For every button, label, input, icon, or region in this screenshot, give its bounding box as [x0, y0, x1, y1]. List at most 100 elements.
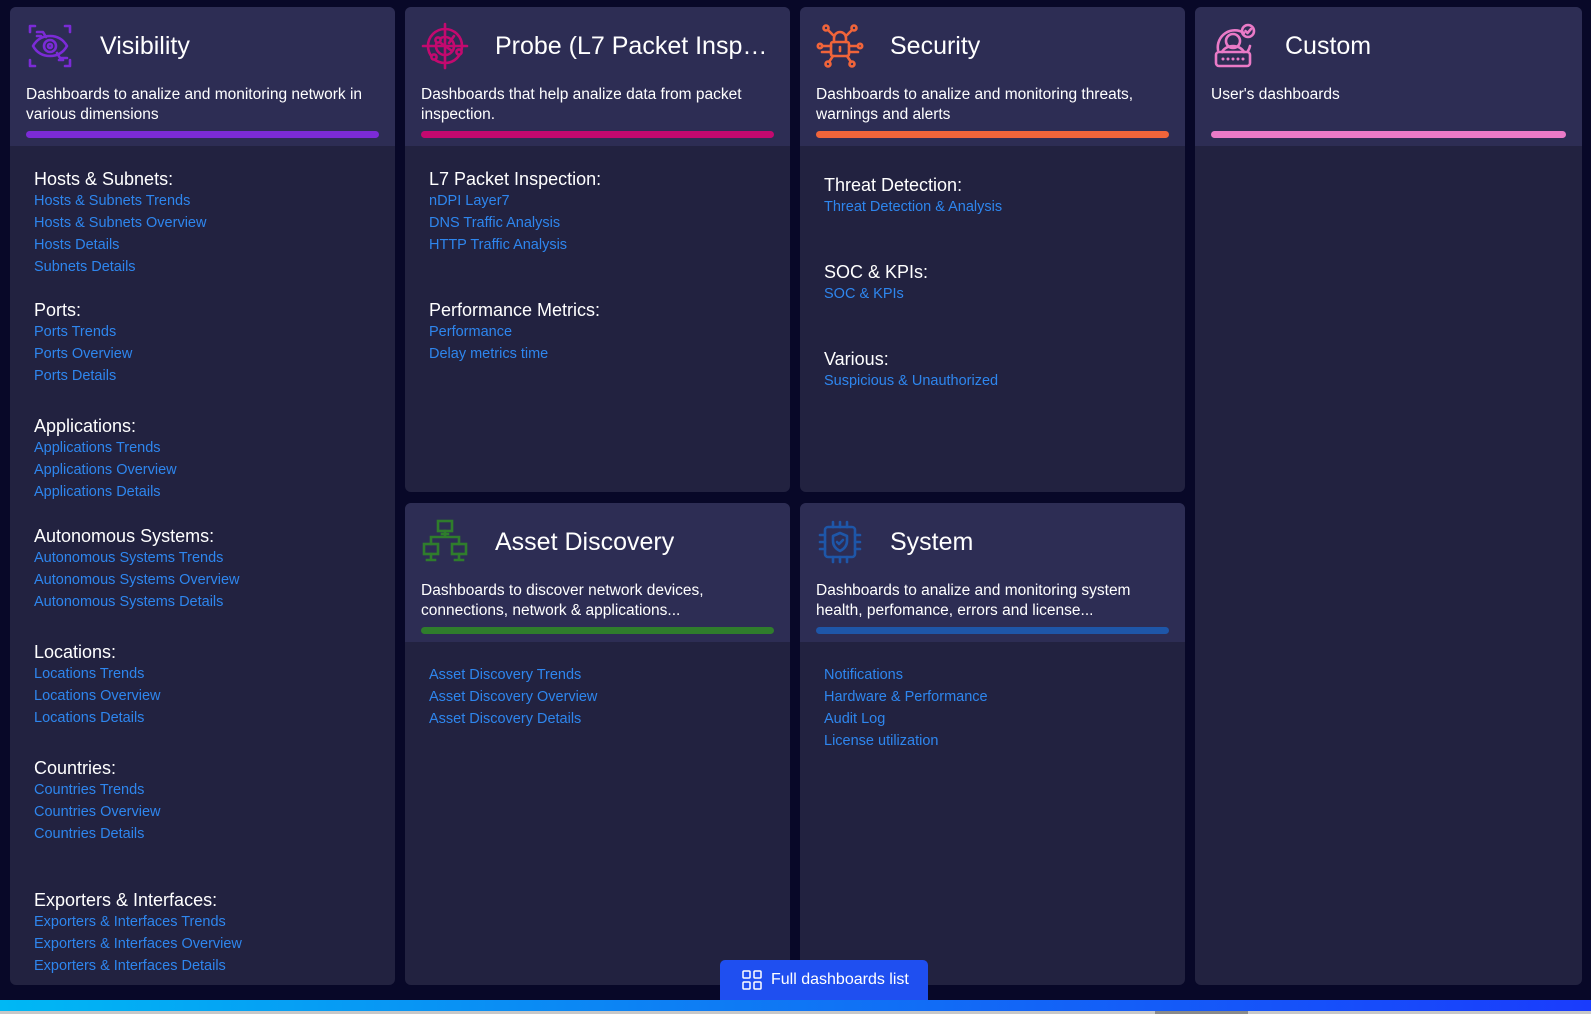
card-header: Security Dashboards to analize and monit… — [800, 7, 1185, 146]
radar-target-icon — [421, 22, 469, 70]
group-autonomous-systems: Autonomous Systems: Autonomous Systems T… — [34, 525, 371, 613]
link-countries-details[interactable]: Countries Details — [34, 823, 371, 845]
accent-bar — [421, 131, 774, 138]
card-description: Dashboards that help analize data from p… — [421, 86, 742, 123]
card-title: System — [890, 527, 974, 556]
group-title: Threat Detection: — [824, 175, 963, 195]
card-header: Custom User's dashboards — [1195, 7, 1582, 146]
card-title: Probe (L7 Packet Inspection) — [495, 31, 774, 60]
group-title: Autonomous Systems: — [34, 526, 215, 546]
link-hardware-performance[interactable]: Hardware & Performance — [824, 686, 1161, 708]
custom-dashboards-list — [1195, 146, 1582, 176]
card-title: Visibility — [100, 31, 190, 60]
link-countries-trends[interactable]: Countries Trends — [34, 779, 371, 801]
link-applications-overview[interactable]: Applications Overview — [34, 459, 371, 481]
link-notifications[interactable]: Notifications — [824, 664, 1161, 686]
card-header: Asset Discovery Dashboards to discover n… — [405, 503, 790, 642]
link-exporters-overview[interactable]: Exporters & Interfaces Overview — [34, 933, 371, 955]
link-suspicious-unauthorized[interactable]: Suspicious & Unauthorized — [824, 370, 1161, 392]
group-title: Applications: — [34, 416, 137, 436]
link-ports-overview[interactable]: Ports Overview — [34, 343, 371, 365]
link-as-details[interactable]: Autonomous Systems Details — [34, 591, 371, 613]
group-title: L7 Packet Inspection: — [429, 169, 602, 189]
group-countries: Countries: Countries Trends Countries Ov… — [34, 757, 371, 845]
group-title: Various: — [824, 349, 889, 369]
card-description: Dashboards to analize and monitoring net… — [26, 86, 363, 123]
group-exporters-interfaces: Exporters & Interfaces: Exporters & Inte… — [34, 889, 371, 977]
card-title: Security — [890, 31, 981, 60]
accent-bar — [26, 131, 379, 138]
link-locations-overview[interactable]: Locations Overview — [34, 685, 371, 707]
group-title: Ports: — [34, 300, 82, 320]
link-as-trends[interactable]: Autonomous Systems Trends — [34, 547, 371, 569]
card-title: Asset Discovery — [495, 527, 675, 556]
card-security: Security Dashboards to analize and monit… — [800, 7, 1185, 492]
link-ports-trends[interactable]: Ports Trends — [34, 321, 371, 343]
link-asset-discovery-details[interactable]: Asset Discovery Details — [429, 708, 766, 730]
link-license-utilization[interactable]: License utilization — [824, 730, 1161, 752]
group-applications: Applications: Applications Trends Applic… — [34, 415, 371, 503]
bottom-accent-bar — [0, 1000, 1591, 1011]
link-hosts-subnets-trends[interactable]: Hosts & Subnets Trends — [34, 190, 371, 212]
link-hosts-subnets-overview[interactable]: Hosts & Subnets Overview — [34, 212, 371, 234]
link-hosts-details[interactable]: Hosts Details — [34, 234, 371, 256]
card-system: System Dashboards to analize and monitor… — [800, 503, 1185, 985]
group-title: Locations: — [34, 642, 117, 662]
card-custom: Custom User's dashboards — [1195, 7, 1582, 985]
accent-bar — [1211, 131, 1566, 138]
group-title: Hosts & Subnets: — [34, 169, 174, 189]
card-header: System Dashboards to analize and monitor… — [800, 503, 1185, 642]
link-threat-detection-analysis[interactable]: Threat Detection & Analysis — [824, 196, 1161, 218]
card-asset-discovery: Asset Discovery Dashboards to discover n… — [405, 503, 790, 985]
card-description: Dashboards to analize and monitoring thr… — [816, 86, 1134, 123]
group-performance-metrics: Performance Metrics: Performance Delay m… — [429, 299, 766, 365]
card-description: User's dashboards — [1211, 86, 1340, 103]
eye-scan-icon — [26, 22, 74, 70]
group-threat-detection: Threat Detection: Threat Detection & Ana… — [824, 174, 1161, 218]
link-as-overview[interactable]: Autonomous Systems Overview — [34, 569, 371, 591]
group-title: Countries: — [34, 758, 117, 778]
link-http-traffic-analysis[interactable]: HTTP Traffic Analysis — [429, 234, 766, 256]
accent-bar — [816, 131, 1169, 138]
link-subnets-details[interactable]: Subnets Details — [34, 256, 371, 278]
group-title: SOC & KPIs: — [824, 262, 929, 282]
card-title: Custom — [1285, 31, 1372, 60]
group-locations: Locations: Locations Trends Locations Ov… — [34, 641, 371, 729]
grid-icon — [742, 970, 762, 990]
link-locations-trends[interactable]: Locations Trends — [34, 663, 371, 685]
link-applications-trends[interactable]: Applications Trends — [34, 437, 371, 459]
card-description: Dashboards to discover network devices, … — [421, 582, 704, 619]
group-l7-packet-inspection: L7 Packet Inspection: nDPI Layer7 DNS Tr… — [429, 168, 766, 256]
card-header: Visibility Dashboards to analize and mon… — [10, 7, 395, 146]
link-performance[interactable]: Performance — [429, 321, 766, 343]
card-header: Probe (L7 Packet Inspection) Dashboards … — [405, 7, 790, 146]
group-soc-kpis: SOC & KPIs: SOC & KPIs — [824, 261, 1161, 305]
network-lock-icon — [816, 22, 864, 70]
link-applications-details[interactable]: Applications Details — [34, 481, 371, 503]
accent-bar — [816, 627, 1169, 634]
group-ports: Ports: Ports Trends Ports Overview Ports… — [34, 299, 371, 387]
link-audit-log[interactable]: Audit Log — [824, 708, 1161, 730]
link-exporters-details[interactable]: Exporters & Interfaces Details — [34, 955, 371, 977]
link-soc-kpis[interactable]: SOC & KPIs — [824, 283, 1161, 305]
link-dns-traffic-analysis[interactable]: DNS Traffic Analysis — [429, 212, 766, 234]
card-description: Dashboards to analize and monitoring sys… — [816, 582, 1131, 619]
link-ports-details[interactable]: Ports Details — [34, 365, 371, 387]
user-check-icon — [1211, 22, 1259, 70]
chip-shield-icon — [816, 518, 864, 566]
link-asset-discovery-trends[interactable]: Asset Discovery Trends — [429, 664, 766, 686]
link-delay-metrics-time[interactable]: Delay metrics time — [429, 343, 766, 365]
group-title: Performance Metrics: — [429, 300, 601, 320]
card-visibility: Visibility Dashboards to analize and mon… — [10, 7, 395, 985]
link-locations-details[interactable]: Locations Details — [34, 707, 371, 729]
link-exporters-trends[interactable]: Exporters & Interfaces Trends — [34, 911, 371, 933]
link-ndpi-layer7[interactable]: nDPI Layer7 — [429, 190, 766, 212]
group-title: Exporters & Interfaces: — [34, 890, 218, 910]
link-countries-overview[interactable]: Countries Overview — [34, 801, 371, 823]
card-probe: Probe (L7 Packet Inspection) Dashboards … — [405, 7, 790, 492]
group-hosts-subnets: Hosts & Subnets: Hosts & Subnets Trends … — [34, 168, 371, 278]
full-dashboards-list-button[interactable]: Full dashboards list — [720, 960, 928, 1000]
link-asset-discovery-overview[interactable]: Asset Discovery Overview — [429, 686, 766, 708]
group-various: Various: Suspicious & Unauthorized — [824, 348, 1161, 392]
accent-bar — [421, 627, 774, 634]
